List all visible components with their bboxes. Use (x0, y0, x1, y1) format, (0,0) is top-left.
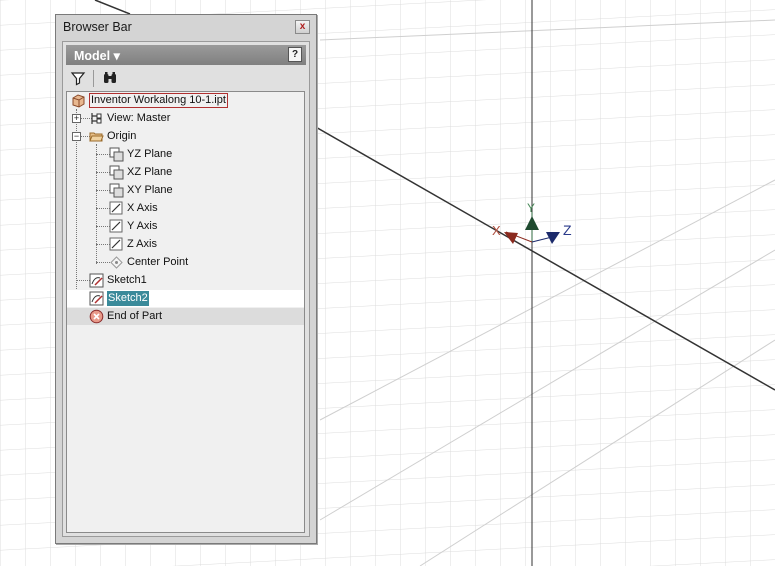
binoculars-icon[interactable] (102, 70, 118, 86)
plane-icon (109, 183, 124, 198)
axis-icon (109, 219, 123, 233)
tree-item-xz-plane[interactable]: XZ Plane (67, 164, 304, 181)
expand-icon[interactable]: + (72, 114, 81, 123)
browser-toolbar (66, 67, 306, 89)
model-tree[interactable]: Inventor Workalong 10-1.ipt + View: Mast… (66, 91, 305, 533)
axis-icon (109, 237, 123, 251)
view-rep-icon (91, 113, 102, 124)
sketch-icon (89, 291, 104, 306)
tree-label-view: View: Master (107, 112, 171, 124)
folder-icon (89, 132, 104, 142)
tree-item-sketch2[interactable]: Sketch2 (67, 290, 304, 307)
tree-item-origin[interactable]: − Origin (67, 128, 304, 145)
tree-label-end-of-part: End of Part (107, 310, 163, 322)
toolbar-separator (93, 70, 94, 87)
triad-x-label: X (492, 223, 501, 238)
filter-icon[interactable] (70, 70, 86, 86)
tree-label-center-point: Center Point (127, 256, 189, 268)
tree-item-x-axis[interactable]: X Axis (67, 200, 304, 217)
triad-z-label: Z (563, 222, 572, 238)
tree-label-yz-plane: YZ Plane (127, 148, 173, 160)
tree-item-z-axis[interactable]: Z Axis (67, 236, 304, 253)
tree-item-sketch1[interactable]: Sketch1 (67, 272, 304, 289)
axis-icon (109, 201, 123, 215)
help-icon: ? (291, 49, 299, 60)
tree-label-z-axis: Z Axis (127, 238, 157, 250)
browser-content: Model ▾ ? Inventor Workalong 10-1.ipt + … (62, 41, 310, 537)
help-button[interactable]: ? (288, 47, 302, 62)
panel-title: Browser Bar (63, 20, 132, 34)
tree-label-sketch1: Sketch1 (107, 274, 147, 286)
tree-item-view[interactable]: + View: Master (67, 110, 304, 127)
tree-label-xz-plane: XZ Plane (127, 166, 173, 178)
close-icon: x (299, 21, 306, 32)
part-icon (72, 94, 85, 108)
model-dropdown[interactable]: Model ▾ (74, 48, 120, 63)
tree-item-xy-plane[interactable]: XY Plane (67, 182, 304, 199)
tree-label-root: Inventor Workalong 10-1.ipt (89, 93, 228, 108)
plane-icon (109, 147, 124, 162)
tree-item-center-point[interactable]: Center Point (67, 254, 304, 271)
plane-icon (109, 165, 124, 180)
tree-label-y-axis: Y Axis (127, 220, 158, 232)
tree-item-y-axis[interactable]: Y Axis (67, 218, 304, 235)
model-dropdown-bar[interactable]: Model ▾ ? (66, 45, 306, 65)
tree-item-end-of-part[interactable]: End of Part (67, 308, 304, 325)
tree-item-yz-plane[interactable]: YZ Plane (67, 146, 304, 163)
point-icon (110, 256, 123, 269)
browser-bar-panel[interactable]: Browser Bar x Model ▾ ? Inventor Workalo… (55, 14, 317, 544)
sketch-icon (89, 273, 104, 288)
collapse-icon[interactable]: − (72, 132, 81, 141)
tree-label-sketch2: Sketch2 (107, 291, 149, 306)
tree-label-xy-plane: XY Plane (127, 184, 173, 196)
tree-label-origin: Origin (107, 130, 137, 142)
tree-item-root[interactable]: Inventor Workalong 10-1.ipt (67, 92, 304, 109)
close-button[interactable]: x (295, 20, 310, 34)
tree-label-x-axis: X Axis (127, 202, 158, 214)
end-of-part-icon (89, 309, 104, 324)
triad-y-label: Y (527, 201, 535, 215)
